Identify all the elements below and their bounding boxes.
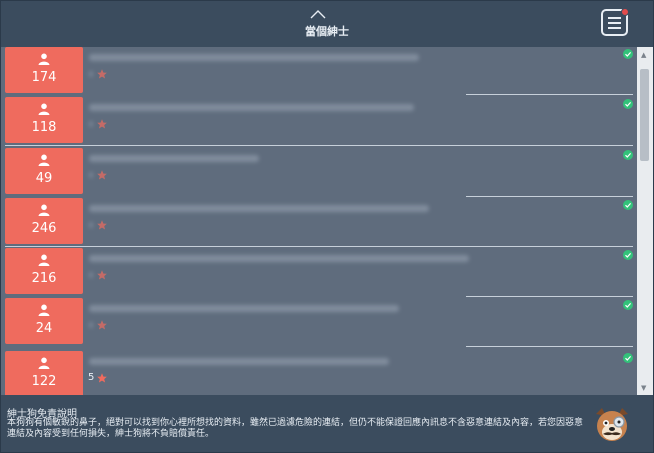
user-icon [38,357,50,369]
user-icon [38,103,50,115]
list-item[interactable]: 118 [1,97,637,147]
vote-count: 216 [31,271,57,286]
vote-badge[interactable]: 118 [5,97,83,143]
blurred-rating [89,71,93,77]
vote-badge[interactable]: 174 [5,47,83,93]
check-circle-icon [623,49,633,59]
blurred-rating [89,322,93,328]
check-circle-icon [623,250,633,260]
disclaimer-text: 本狗狗有個敏銳的鼻子，絕對可以找到你心裡所想找的資料，雖然已過濾危險的連結，但仍… [7,418,584,439]
blurred-title[interactable] [89,155,259,162]
divider [5,246,633,247]
blurred-title[interactable] [89,205,429,212]
blurred-rating [89,272,93,278]
user-icon [38,254,50,266]
vote-count: 122 [31,374,57,389]
vote-count: 118 [31,120,57,135]
vote-badge[interactable]: 49 [5,148,83,194]
vote-badge[interactable]: 24 [5,298,83,344]
app-header: 當個紳士 [1,1,653,47]
list-item[interactable]: 24 [1,298,637,348]
result-list: 174 118 49 246 216 24 122 5 [1,47,637,395]
star-icon [97,170,107,180]
check-circle-icon [623,99,633,109]
disclaimer-footer: 紳士狗免責說明 本狗狗有個敏銳的鼻子，絕對可以找到你心裡所想找的資料，雖然已過濾… [1,395,653,452]
user-icon [38,304,50,316]
check-circle-icon [623,353,633,363]
scroll-down-arrow-icon[interactable]: ▼ [641,384,646,392]
list-item[interactable]: 122 5 [1,351,637,395]
star-icon [97,220,107,230]
blurred-title[interactable] [89,305,399,312]
scroll-up-arrow-icon[interactable]: ▲ [641,51,646,59]
blurred-rating [89,121,93,127]
check-circle-icon [623,200,633,210]
chevron-up-icon[interactable] [310,9,326,19]
blurred-title[interactable] [89,358,389,365]
page-title: 當個紳士 [305,25,349,38]
star-icon [97,320,107,330]
divider [5,145,633,146]
blurred-rating [89,172,93,178]
vote-count: 49 [35,171,53,186]
vertical-scrollbar[interactable]: ▲ ▼ [637,47,653,395]
list-item[interactable]: 174 [1,47,637,97]
menu-button[interactable] [601,8,629,36]
check-circle-icon [623,150,633,160]
star-icon [97,270,107,280]
divider [466,196,633,197]
vote-badge[interactable]: 246 [5,198,83,244]
rating-value: 5 [88,372,95,383]
blurred-rating [89,222,93,228]
star-icon [97,69,107,79]
divider [466,296,633,297]
list-item[interactable]: 246 [1,198,637,248]
user-icon [38,53,50,65]
list-item[interactable]: 49 [1,148,637,198]
divider [466,346,633,347]
blurred-title[interactable] [89,104,414,111]
check-circle-icon [623,300,633,310]
notification-dot [621,8,629,16]
blurred-title[interactable] [89,255,469,262]
hamburger-menu-icon [608,17,621,19]
app-window: 當個紳士 174 118 49 246 216 24 122 5 ▲ ▼ 紳士狗… [0,0,654,453]
star-icon [97,373,107,383]
gentleman-dog-mascot-icon[interactable] [592,404,632,444]
user-icon [38,154,50,166]
vote-count: 174 [31,70,57,85]
scroll-thumb[interactable] [640,69,649,161]
vote-badge[interactable]: 122 [5,351,83,395]
user-icon [38,204,50,216]
vote-count: 24 [35,321,53,336]
vote-count: 246 [31,221,57,236]
list-item[interactable]: 216 [1,248,637,298]
vote-badge[interactable]: 216 [5,248,83,294]
divider [466,94,633,95]
blurred-title[interactable] [89,54,419,61]
star-icon [97,119,107,129]
